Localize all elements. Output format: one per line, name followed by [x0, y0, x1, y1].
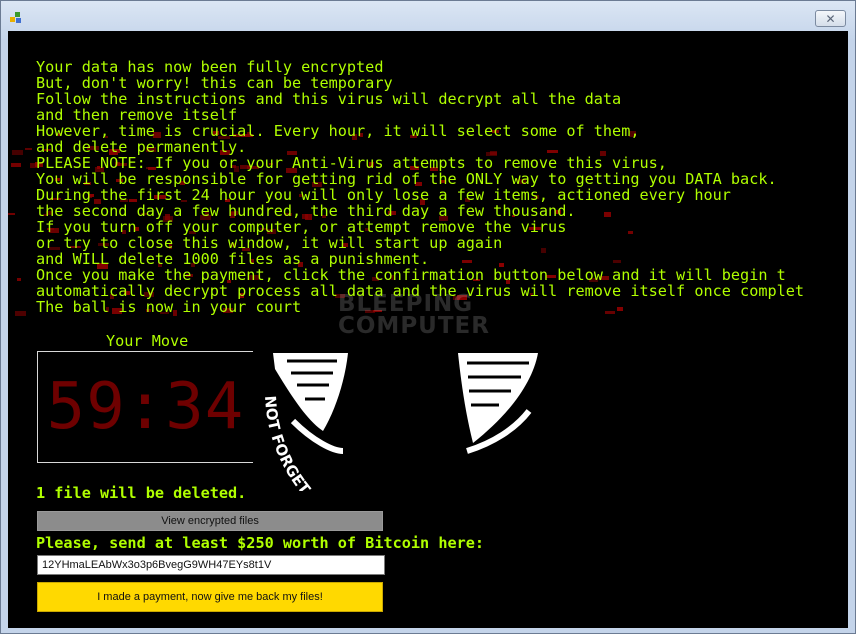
bitcoin-instruction: Please, send at least $250 worth of Bitc…: [36, 534, 485, 552]
noise-speck: [17, 278, 21, 281]
noise-speck: [25, 148, 32, 150]
bitcoin-address-field[interactable]: 12YHmaLEAbWx3o3p6BvegG9WH47EYs8t1V: [37, 555, 385, 575]
files-deleted-status: 1 file will be deleted.: [36, 484, 247, 502]
noise-speck: [11, 163, 21, 167]
noise-speck: [8, 213, 15, 215]
app-icon: [10, 12, 21, 23]
timer-value: 59:34: [46, 370, 245, 444]
close-icon: ✕: [825, 11, 836, 26]
countdown-timer: 59:34: [37, 351, 254, 463]
title-bar[interactable]: ✕: [1, 1, 855, 31]
anonymous-emblem: NOT FORGET WE DO NOT FORGIVE EXPECT: [253, 351, 593, 491]
ransom-panel: BLEEPING COMPUTER Your data has now been…: [8, 31, 848, 628]
ransom-message: Your data has now been fully encrypted B…: [36, 59, 848, 315]
noise-speck: [12, 150, 23, 155]
timer-label: Your Move: [106, 332, 189, 350]
noise-speck: [15, 311, 26, 316]
ransomware-window: ✕ BLEEPING COMPUTER Your data has now be…: [0, 0, 856, 634]
view-encrypted-files-button[interactable]: View encrypted files: [37, 511, 383, 531]
watermark-line-2: COMPUTER: [338, 313, 490, 339]
confirm-payment-button[interactable]: I made a payment, now give me back my fi…: [37, 582, 383, 612]
message-line: The ball is now in your court: [36, 298, 302, 316]
close-button[interactable]: ✕: [815, 10, 846, 27]
